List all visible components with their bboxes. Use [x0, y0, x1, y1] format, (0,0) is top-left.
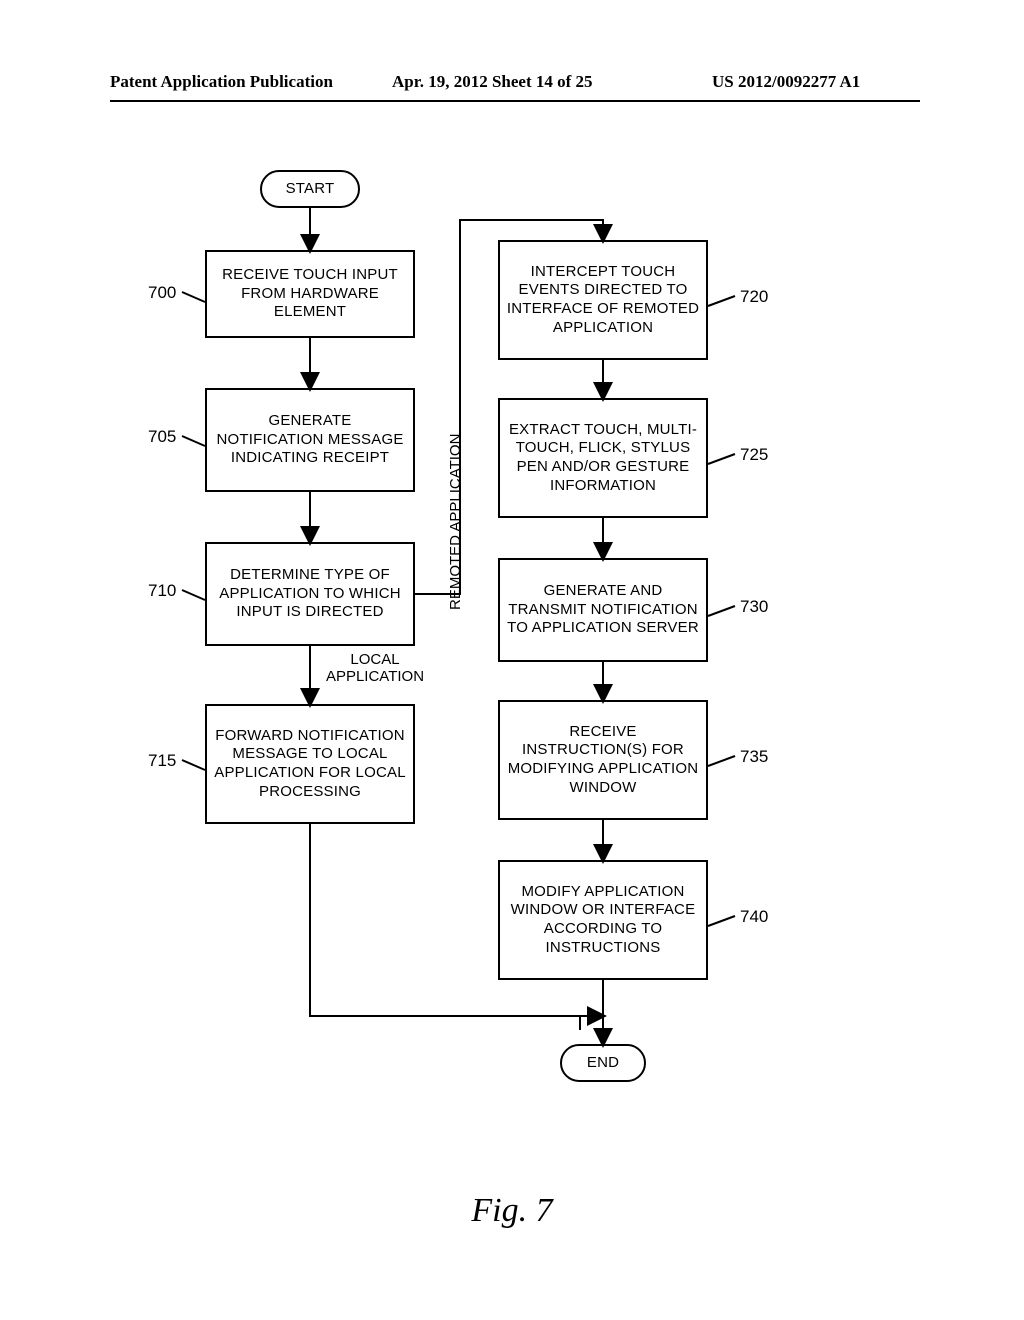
ref-705: 705 [148, 427, 176, 447]
label-remoted-application: REMOTED APPLICATION [447, 434, 464, 610]
label-local-application: LOCAL APPLICATION [320, 651, 430, 686]
ref-720: 720 [740, 287, 768, 307]
ref-710: 710 [148, 581, 176, 601]
ref-740: 740 [740, 907, 768, 927]
node-715: FORWARD NOTIFICATION MESSAGE TO LOCAL AP… [205, 704, 415, 824]
ref-730: 730 [740, 597, 768, 617]
node-705: GENERATE NOTIFICATION MESSAGE INDICATING… [205, 388, 415, 492]
node-725: EXTRACT TOUCH, MULTI-TOUCH, FLICK, STYLU… [498, 398, 708, 518]
page: Patent Application Publication Apr. 19, … [0, 0, 1024, 1320]
node-end: END [560, 1044, 646, 1082]
header-rule [110, 100, 920, 102]
node-700: RECEIVE TOUCH INPUT FROM HARDWARE ELEMEN… [205, 250, 415, 338]
header-mid: Apr. 19, 2012 Sheet 14 of 25 [392, 72, 593, 92]
node-start: START [260, 170, 360, 208]
ref-725: 725 [740, 445, 768, 465]
ref-700: 700 [148, 283, 176, 303]
header-left: Patent Application Publication [110, 72, 333, 92]
node-730: GENERATE AND TRANSMIT NOTIFICATION TO AP… [498, 558, 708, 662]
node-740: MODIFY APPLICATION WINDOW OR INTERFACE A… [498, 860, 708, 980]
node-710: DETERMINE TYPE OF APPLICATION TO WHICH I… [205, 542, 415, 646]
ref-735: 735 [740, 747, 768, 767]
ref-715: 715 [148, 751, 176, 771]
node-720: INTERCEPT TOUCH EVENTS DIRECTED TO INTER… [498, 240, 708, 360]
header-right: US 2012/0092277 A1 [712, 72, 860, 92]
figure-caption: Fig. 7 [0, 1192, 1024, 1230]
node-735: RECEIVE INSTRUCTION(S) FOR MODIFYING APP… [498, 700, 708, 820]
